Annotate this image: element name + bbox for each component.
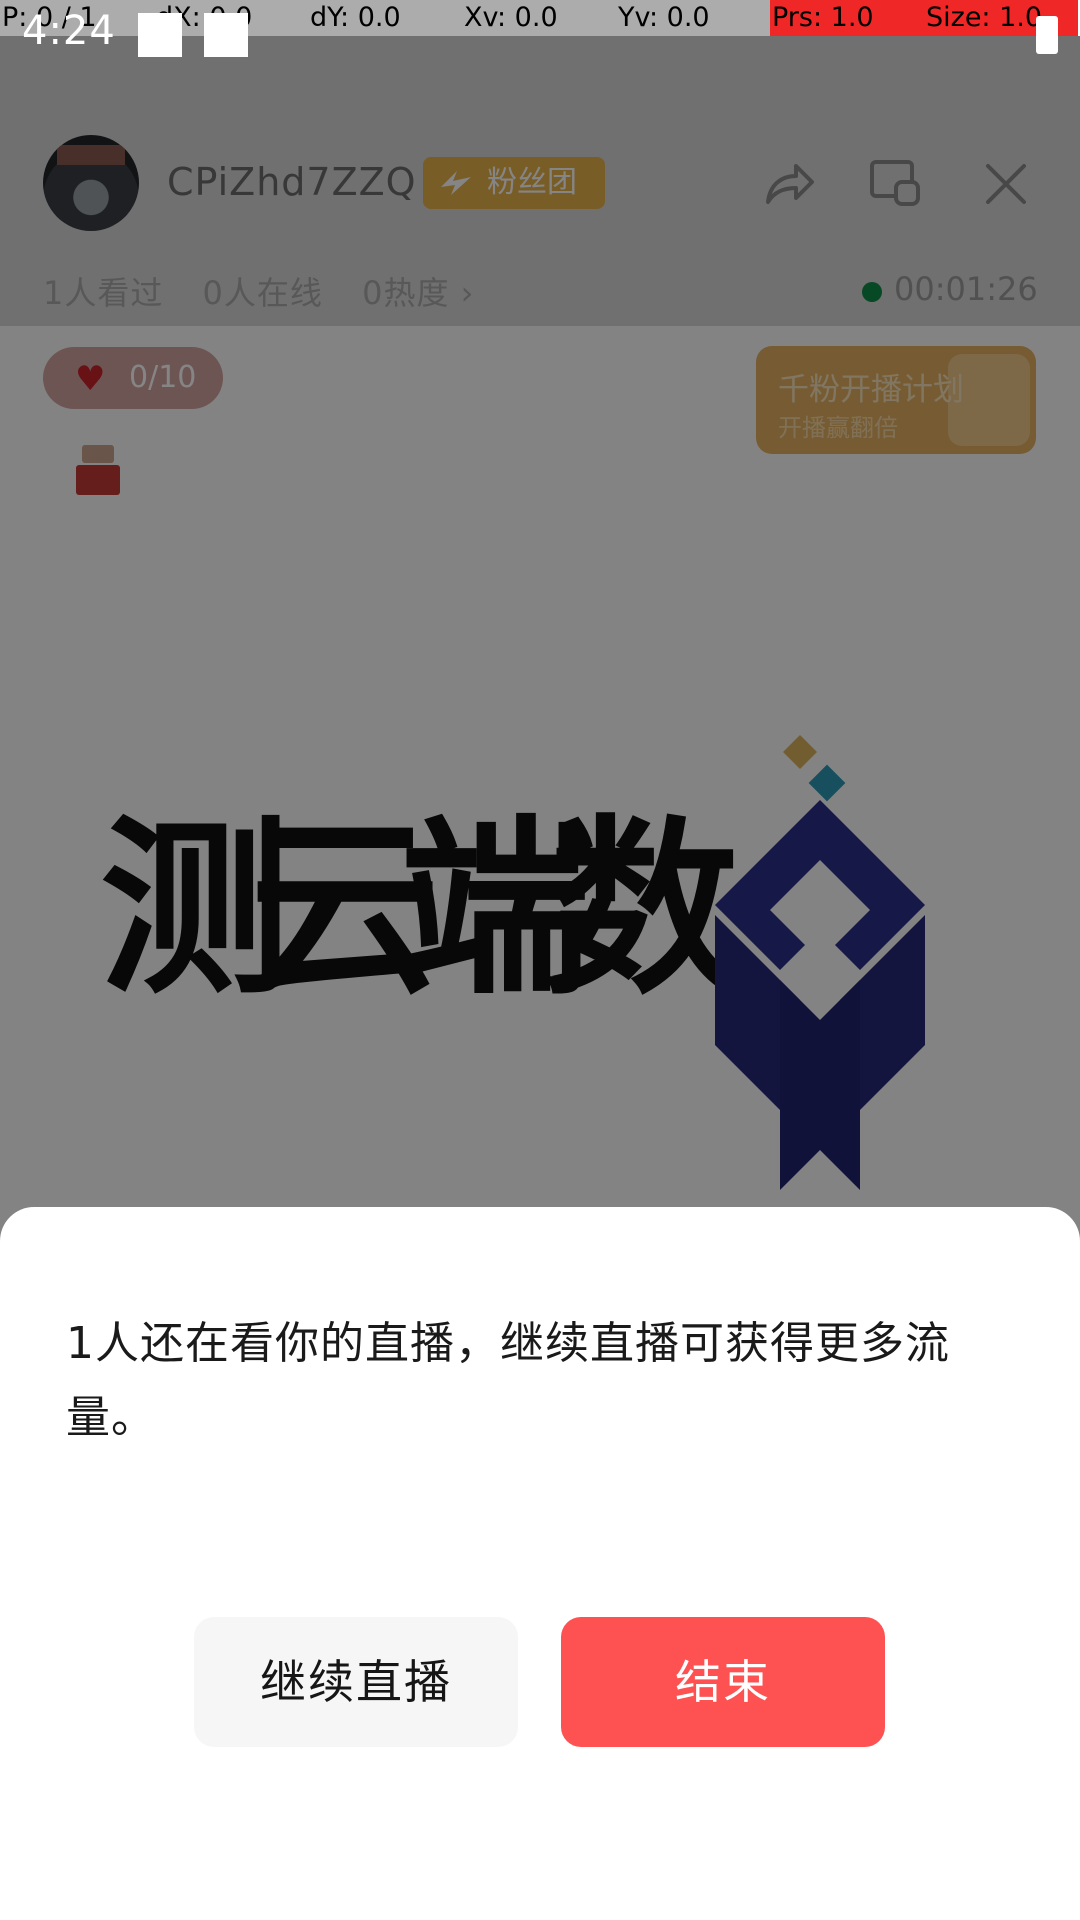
app-root: CPiZhd7ZZQ 粉丝团 1人看过 0人在线 0热度 › 00:01:26 … bbox=[0, 0, 1080, 1920]
notification-icon bbox=[204, 13, 248, 57]
dialog-message: 1人还在看你的直播，继续直播可获得更多流量。 bbox=[66, 1318, 950, 1443]
end-live-dialog: 1人还在看你的直播，继续直播可获得更多流量。 继续直播 结束 bbox=[0, 1207, 1080, 1920]
debug-pressure: Prs: 1.0 bbox=[770, 0, 924, 36]
debug-xv: Xv: 0.0 bbox=[462, 0, 616, 36]
battery-icon bbox=[1036, 16, 1058, 54]
debug-dy: dY: 0.0 bbox=[308, 0, 462, 36]
notification-icon bbox=[138, 13, 182, 57]
status-time: 4:24 bbox=[22, 8, 116, 54]
debug-yv: Yv: 0.0 bbox=[616, 0, 770, 36]
continue-live-button[interactable]: 继续直播 bbox=[194, 1617, 518, 1747]
end-live-button[interactable]: 结束 bbox=[561, 1617, 885, 1747]
